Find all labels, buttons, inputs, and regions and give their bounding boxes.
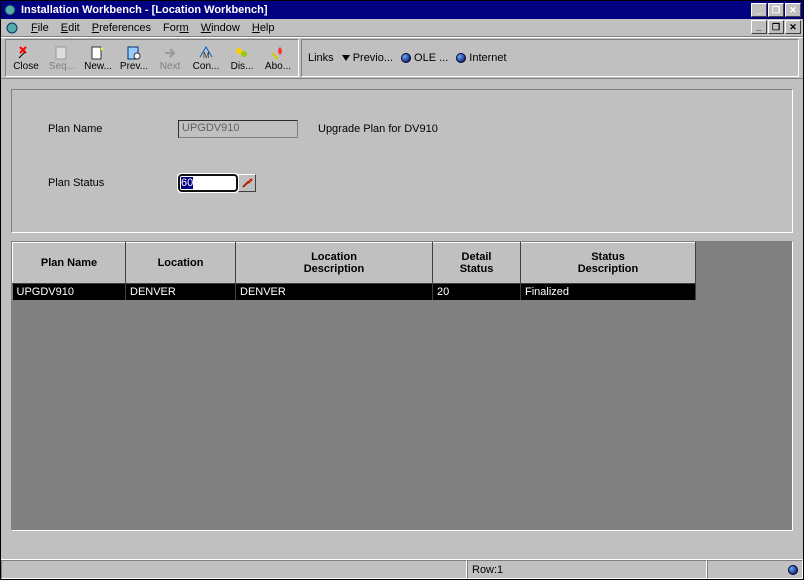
app-icon [3, 3, 17, 17]
close-icon [18, 45, 34, 61]
plan-name-field: UPGDV910 [178, 120, 298, 138]
dis-button[interactable]: Dis... [224, 40, 260, 76]
mdi-minimize-button[interactable]: _ [751, 20, 767, 34]
toolbar-group-main: Close Seq... New... Prev... [5, 39, 299, 77]
plan-desc-text: Upgrade Plan for DV910 [318, 123, 438, 135]
next-arrow-icon [162, 45, 178, 61]
app-window: Installation Workbench - [Location Workb… [0, 0, 804, 580]
content-area: Plan Name UPGDV910 Upgrade Plan for DV91… [1, 79, 803, 559]
menu-form[interactable]: Form [157, 22, 195, 34]
menu-edit[interactable]: Edit [55, 22, 86, 34]
con-button[interactable]: M Con... [188, 40, 224, 76]
seq-button: Seq... [44, 40, 80, 76]
dis-icon [234, 45, 250, 61]
abo-button[interactable]: Abo... [260, 40, 296, 76]
flashlight-icon [241, 177, 253, 189]
abo-icon [270, 45, 286, 61]
close-window-button[interactable]: ✕ [785, 3, 801, 17]
form-panel: Plan Name UPGDV910 Upgrade Plan for DV91… [11, 89, 793, 233]
next-button: Next [152, 40, 188, 76]
table-row[interactable]: UPGDV910 DENVER DENVER 20 Finalized [13, 284, 696, 300]
grid-empty-area [12, 300, 792, 531]
svg-text:M: M [203, 51, 210, 60]
minimize-button[interactable]: _ [751, 3, 767, 17]
mdi-restore-button[interactable]: ❐ [768, 20, 784, 34]
doc-icon [5, 21, 19, 35]
seq-icon [54, 45, 70, 61]
col-location[interactable]: Location [126, 243, 236, 284]
status-cell-1 [1, 560, 467, 579]
col-plan-name[interactable]: Plan Name [13, 243, 126, 284]
cell-detail-status[interactable]: 20 [433, 284, 521, 300]
cell-status-desc[interactable]: Finalized [521, 284, 696, 300]
ole-icon [401, 53, 411, 63]
close-button[interactable]: Close [8, 40, 44, 76]
menubar: File Edit Preferences Form Window Help _… [1, 19, 803, 37]
plan-status-label: Plan Status [48, 177, 178, 189]
new-icon [90, 45, 106, 61]
plan-status-input[interactable] [178, 174, 238, 192]
col-detail-status[interactable]: DetailStatus [433, 243, 521, 284]
cell-plan-name[interactable]: UPGDV910 [13, 284, 126, 300]
link-ole[interactable]: OLE ... [401, 52, 448, 64]
col-location-desc[interactable]: LocationDescription [236, 243, 433, 284]
col-status-desc[interactable]: StatusDescription [521, 243, 696, 284]
window-title: Installation Workbench - [Location Workb… [21, 4, 751, 16]
prev-icon [126, 45, 142, 61]
grid-header-row: Plan Name Location LocationDescription D… [13, 243, 696, 284]
dropdown-arrow-icon [342, 55, 350, 61]
menu-window[interactable]: Window [195, 22, 246, 34]
con-icon: M [198, 45, 214, 61]
maximize-button[interactable]: ❐ [768, 3, 784, 17]
globe-icon [788, 565, 798, 575]
cell-location-desc[interactable]: DENVER [236, 284, 433, 300]
prev-button[interactable]: Prev... [116, 40, 152, 76]
plan-status-lookup-button[interactable] [238, 174, 256, 192]
plan-name-label: Plan Name [48, 123, 178, 135]
menu-preferences[interactable]: Preferences [86, 22, 157, 34]
cell-location[interactable]: DENVER [126, 284, 236, 300]
statusbar: Row:1 [1, 559, 803, 579]
menu-file[interactable]: File [25, 22, 55, 34]
data-grid[interactable]: Plan Name Location LocationDescription D… [12, 242, 696, 300]
link-internet[interactable]: Internet [456, 52, 506, 64]
new-button[interactable]: New... [80, 40, 116, 76]
toolbar: Close Seq... New... Prev... [1, 37, 803, 79]
links-bar: Links Previo... OLE ... Internet [301, 39, 799, 77]
grid-panel: Plan Name Location LocationDescription D… [11, 241, 793, 531]
links-label: Links [308, 52, 334, 64]
internet-icon [456, 53, 466, 63]
menu-help[interactable]: Help [246, 22, 281, 34]
links-dropdown[interactable]: Previo... [342, 52, 393, 64]
status-row-indicator: Row:1 [467, 560, 707, 579]
mdi-close-button[interactable]: ✕ [785, 20, 801, 34]
status-cell-3 [707, 560, 803, 579]
titlebar: Installation Workbench - [Location Workb… [1, 1, 803, 19]
